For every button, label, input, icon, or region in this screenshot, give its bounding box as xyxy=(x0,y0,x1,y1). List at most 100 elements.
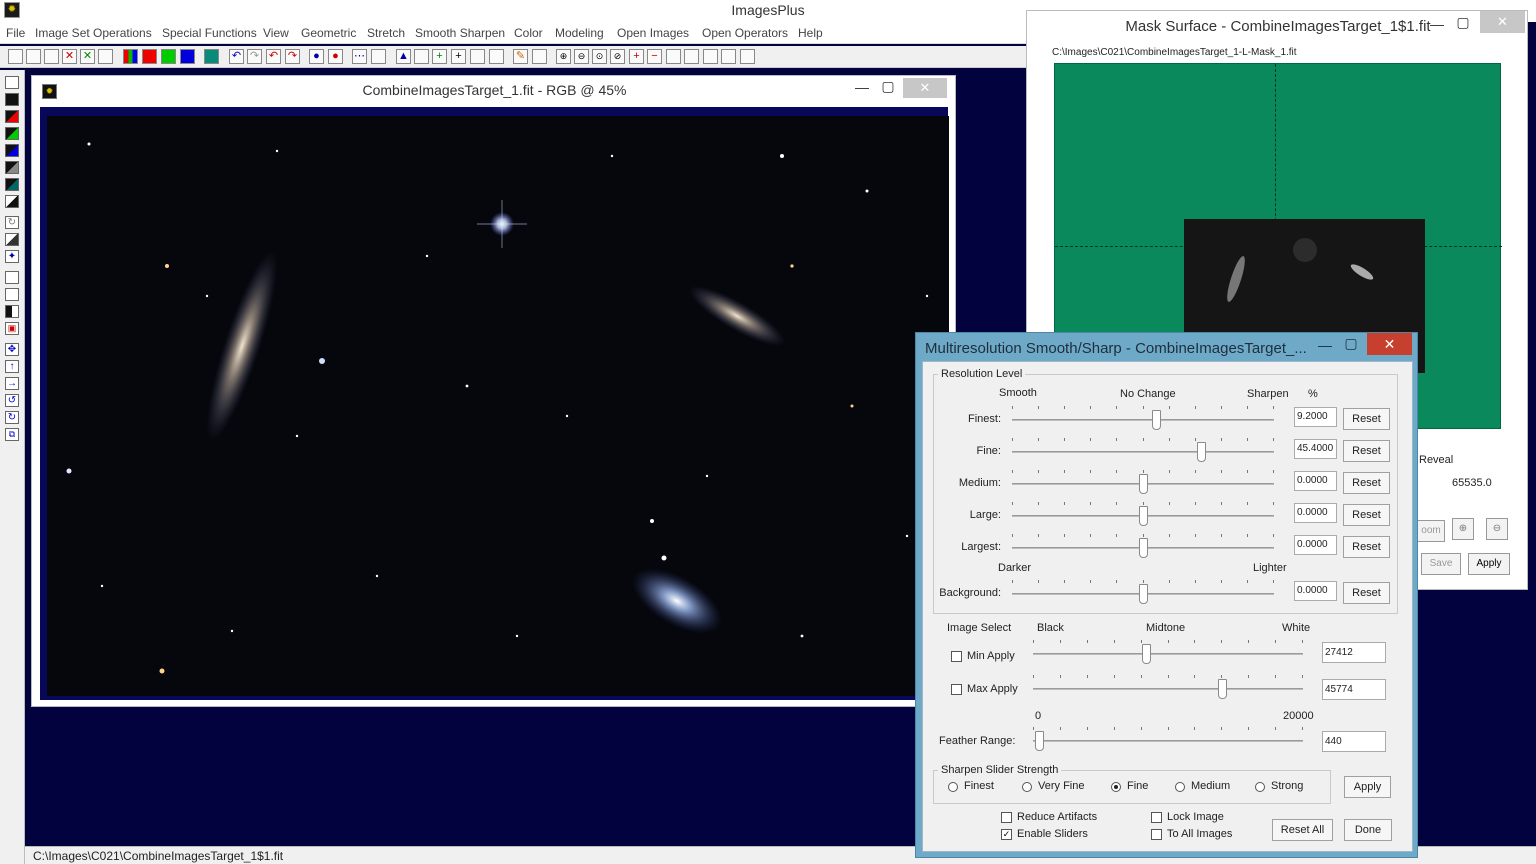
image-minimize-icon[interactable]: — xyxy=(852,79,872,95)
min-apply-slider-track[interactable] xyxy=(1033,653,1303,655)
print-icon[interactable] xyxy=(98,49,113,64)
undo-icon[interactable]: ↶ xyxy=(229,49,244,64)
window-small-icon[interactable] xyxy=(721,49,736,64)
reduce-artifacts-checkbox[interactable] xyxy=(1001,812,1012,823)
ellipse-red-icon[interactable]: ● xyxy=(328,49,343,64)
grid-icon[interactable] xyxy=(532,49,547,64)
menu-help[interactable]: Help xyxy=(798,26,823,40)
zoom-fit-icon[interactable]: ⊙ xyxy=(592,49,607,64)
feather-range-value[interactable]: 440 xyxy=(1322,731,1386,752)
rgb-channels-icon[interactable] xyxy=(123,49,138,64)
feather-slider-thumb[interactable] xyxy=(1035,731,1044,751)
rotate-tool-icon[interactable]: ↻ xyxy=(5,216,19,229)
menu-smooth-sharpen[interactable]: Smooth Sharpen xyxy=(415,26,505,40)
triangle-icon[interactable]: ▲ xyxy=(396,49,411,64)
image-maximize-icon[interactable]: ▢ xyxy=(878,78,898,95)
close-green-x-icon[interactable]: ✕ xyxy=(80,49,95,64)
blue-channel-icon[interactable] xyxy=(180,49,195,64)
menu-color[interactable]: Color xyxy=(514,26,543,40)
window-cascade-icon[interactable] xyxy=(684,49,699,64)
to-all-images-checkbox[interactable] xyxy=(1151,829,1162,840)
strength-radio-very-fine[interactable] xyxy=(1022,782,1032,792)
level-4-slider-thumb[interactable] xyxy=(1139,538,1148,558)
feather-slider-track[interactable] xyxy=(1033,740,1303,742)
max-apply-slider-track[interactable] xyxy=(1033,688,1303,690)
zoom-out-icon[interactable]: ⊖ xyxy=(574,49,589,64)
background-reset-button[interactable]: Reset xyxy=(1343,582,1390,604)
max-apply-value[interactable]: 45774 xyxy=(1322,679,1386,700)
image-palette-icon[interactable] xyxy=(489,49,504,64)
level-1-value[interactable]: 45.4000 xyxy=(1294,439,1337,459)
level-0-slider-track[interactable] xyxy=(1012,419,1274,421)
multires-minimize-icon[interactable]: — xyxy=(1315,337,1335,353)
astro-image[interactable] xyxy=(47,116,949,696)
open-folder-icon[interactable] xyxy=(26,49,41,64)
done-button[interactable]: Done xyxy=(1344,819,1392,841)
mask-apply-button[interactable]: Apply xyxy=(1468,553,1510,575)
move-tool-icon[interactable]: ✥ xyxy=(5,343,19,356)
multires-maximize-icon[interactable]: ▢ xyxy=(1341,335,1361,352)
reduce-red-icon[interactable]: − xyxy=(647,49,662,64)
new-file-icon[interactable] xyxy=(8,49,23,64)
green-crosshair-icon[interactable]: + xyxy=(432,49,447,64)
strength-radio-fine[interactable] xyxy=(1111,782,1121,792)
level-0-value[interactable]: 9.2000 xyxy=(1294,407,1337,427)
min-apply-value[interactable]: 27412 xyxy=(1322,642,1386,663)
gradient-tool-icon[interactable] xyxy=(5,233,19,246)
level-3-slider-thumb[interactable] xyxy=(1139,506,1148,526)
window-tile-icon[interactable] xyxy=(666,49,681,64)
zoom-in-icon[interactable]: ⊕ xyxy=(556,49,571,64)
level-3-reset-button[interactable]: Reset xyxy=(1343,504,1390,526)
level-2-reset-button[interactable]: Reset xyxy=(1343,472,1390,494)
multires-dialog[interactable]: Multiresolution Smooth/Sharp - CombineIm… xyxy=(915,332,1418,858)
level-3-value[interactable]: 0.0000 xyxy=(1294,503,1337,523)
dotted-line-icon[interactable]: ⋯ xyxy=(352,49,367,64)
level-0-slider-thumb[interactable] xyxy=(1152,410,1161,430)
min-apply-slider-thumb[interactable] xyxy=(1142,644,1151,664)
rotate-left-tool-icon[interactable]: ↺ xyxy=(5,394,19,407)
background-slider-thumb[interactable] xyxy=(1139,584,1148,604)
menu-modeling[interactable]: Modeling xyxy=(555,26,604,40)
blue-tool-icon[interactable] xyxy=(5,144,19,157)
enable-sliders-checkbox[interactable]: ✓ xyxy=(1001,829,1012,840)
save-tool-icon[interactable] xyxy=(5,76,19,89)
pencil-icon[interactable]: ✎ xyxy=(513,49,528,64)
strength-radio-medium[interactable] xyxy=(1175,782,1185,792)
menu-special-functions[interactable]: Special Functions xyxy=(162,26,257,40)
mask-zoom-in-icon[interactable]: ⊕ xyxy=(1452,518,1474,540)
red-frame-tool-icon[interactable]: ▣ xyxy=(5,322,19,335)
level-1-slider-track[interactable] xyxy=(1012,451,1274,453)
level-0-reset-button[interactable]: Reset xyxy=(1343,408,1390,430)
grid-light-icon[interactable] xyxy=(470,49,485,64)
grey-tool-icon[interactable] xyxy=(5,161,19,174)
multires-close-icon[interactable]: ✕ xyxy=(1367,333,1412,355)
redo-disabled-icon[interactable]: ↷ xyxy=(247,49,262,64)
level-4-value[interactable]: 0.0000 xyxy=(1294,535,1337,555)
undo-red-icon[interactable]: ↶ xyxy=(266,49,281,64)
menu-view[interactable]: View xyxy=(263,26,289,40)
lock-image-checkbox[interactable] xyxy=(1151,812,1162,823)
menu-open-images[interactable]: Open Images xyxy=(617,26,689,40)
level-4-reset-button[interactable]: Reset xyxy=(1343,536,1390,558)
strength-radio-finest[interactable] xyxy=(948,782,958,792)
points-icon[interactable] xyxy=(371,49,386,64)
red-channel-icon[interactable] xyxy=(142,49,157,64)
frame-tool-icon[interactable] xyxy=(5,271,19,284)
green-tool-icon[interactable] xyxy=(5,127,19,140)
redo-red-icon[interactable]: ↷ xyxy=(285,49,300,64)
teal-tool-icon[interactable] xyxy=(5,178,19,191)
mask-zoom-button[interactable]: oom xyxy=(1417,520,1445,542)
save-icon[interactable] xyxy=(44,49,59,64)
arrow-up-tool-icon[interactable]: ↑ xyxy=(5,360,19,373)
max-apply-checkbox[interactable] xyxy=(951,684,962,695)
reset-all-button[interactable]: Reset All xyxy=(1272,819,1333,841)
level-1-slider-thumb[interactable] xyxy=(1197,442,1206,462)
image-close-icon[interactable]: ✕ xyxy=(903,78,947,98)
zoom-actual-icon[interactable]: ⊘ xyxy=(610,49,625,64)
mask-save-button[interactable]: Save xyxy=(1421,553,1461,575)
menu-geometric[interactable]: Geometric xyxy=(301,26,356,40)
background-value[interactable]: 0.0000 xyxy=(1294,581,1337,601)
star-tool-icon[interactable]: ✦ xyxy=(5,250,19,263)
strength-apply-button[interactable]: Apply xyxy=(1344,776,1391,798)
red-tool-icon[interactable] xyxy=(5,110,19,123)
